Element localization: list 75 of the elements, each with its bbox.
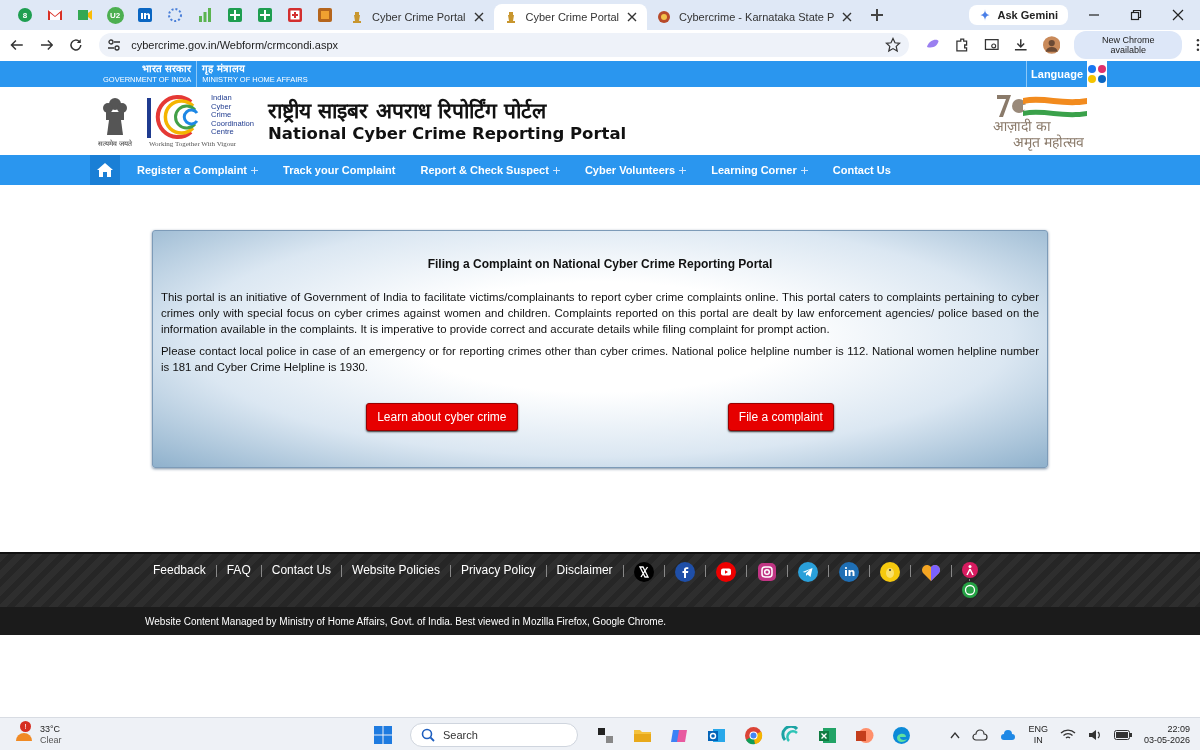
whatsapp-icon[interactable] xyxy=(961,582,978,598)
heart-icon[interactable] xyxy=(920,562,941,582)
battery-icon[interactable] xyxy=(1113,730,1132,740)
browser-icon[interactable] xyxy=(744,725,763,745)
close-icon[interactable] xyxy=(627,12,638,22)
weather-label: Clear xyxy=(40,735,62,746)
close-icon[interactable] xyxy=(842,12,853,22)
cross-icon[interactable] xyxy=(287,7,303,23)
x-icon[interactable] xyxy=(633,562,654,582)
browser-tab[interactable]: Cyber Crime Portal xyxy=(493,4,648,30)
footer-link[interactable]: Contact Us xyxy=(271,562,332,578)
back-icon[interactable] xyxy=(10,38,24,52)
restore-icon[interactable] xyxy=(1130,9,1142,21)
telegram-icon[interactable] xyxy=(797,562,818,582)
search-icon xyxy=(421,728,435,742)
emblem-icon xyxy=(350,10,364,24)
temperature-label: 33°C xyxy=(40,724,62,735)
home-icon xyxy=(97,163,113,177)
clock[interactable]: 22:09 03-05-2026 xyxy=(1143,724,1190,746)
star-icon[interactable] xyxy=(884,37,901,53)
portal-title-hindi: राष्ट्रीय साइबर अपराध रिपोर्टिंग पोर्टल xyxy=(268,98,548,124)
paragraph: This portal is an initiative of Government of India to facilitate victims/complainants to report cyber crime complaints online. This portal caters to complaints pertaining to cyber crimes only with special focus on cyber crimes against women and children. Complaints reported on this portal are dealt by law enforcement agencies/ police based on the information available in the complaints. It is imperative to provide correct and accurate details while filing complaint for prompt action. xyxy=(161,290,1039,337)
footer-link[interactable]: Website Policies xyxy=(352,562,440,578)
app-icon[interactable] xyxy=(317,7,333,23)
footer-note: Website Content Managed by Ministry of Home Affairs, Govt. of India. Best viewed in Mozilla Firefox, Google Chrome. xyxy=(145,615,666,627)
logo-text: आज़ादी का xyxy=(993,118,1052,134)
download-icon[interactable] xyxy=(1013,37,1029,53)
plus-icon[interactable] xyxy=(227,7,243,23)
loading-icon[interactable] xyxy=(167,7,183,23)
spreadsheet-icon[interactable] xyxy=(818,725,837,745)
site-settings-icon[interactable] xyxy=(107,38,122,52)
screen-icon[interactable] xyxy=(983,37,1000,53)
youtube-icon[interactable] xyxy=(715,562,736,582)
cloud-icon[interactable] xyxy=(972,729,989,741)
close-icon[interactable] xyxy=(473,12,484,22)
search-field[interactable]: Search xyxy=(410,723,578,747)
start-icon[interactable] xyxy=(374,726,392,744)
edge-icon[interactable] xyxy=(892,725,911,745)
bird-icon[interactable] xyxy=(879,562,900,582)
logo-text: अमृत महोत्सव xyxy=(1013,134,1085,150)
footer-link[interactable]: Privacy Policy xyxy=(460,562,536,578)
forward-icon[interactable] xyxy=(39,38,54,52)
widgets-icon[interactable] xyxy=(596,725,615,745)
volume-icon[interactable] xyxy=(1087,729,1102,741)
hindi-label: भारत सरकार xyxy=(141,63,192,75)
portal-title: National Cyber Crime Reporting Portal xyxy=(268,124,627,144)
wifi-icon[interactable] xyxy=(1059,729,1076,741)
alert-badge: ! xyxy=(20,721,31,732)
accessibility-icon[interactable] xyxy=(961,562,978,578)
footer-link[interactable]: FAQ xyxy=(226,562,251,578)
slides-icon[interactable] xyxy=(855,725,874,745)
footer-link[interactable]: Disclaimer xyxy=(556,562,613,578)
reload-icon[interactable] xyxy=(69,38,84,52)
ask-gemini-button[interactable]: Ask Gemini xyxy=(969,5,1068,25)
chevron-icon[interactable] xyxy=(950,731,961,739)
footer-link[interactable]: Feedback xyxy=(153,562,206,578)
action-button[interactable]: File a complaint xyxy=(727,403,834,431)
card-title: Filing a Complaint on National Cyber Crime Reporting Portal xyxy=(426,257,774,271)
home-button[interactable] xyxy=(90,155,120,185)
mail-icon[interactable] xyxy=(47,7,63,23)
close-icon[interactable] xyxy=(1172,9,1184,21)
update-button[interactable]: New Chrome available xyxy=(1074,31,1183,59)
hindi-label: गृह मंत्रालय xyxy=(202,63,246,75)
new-tab-icon[interactable] xyxy=(870,8,885,22)
action-button[interactable]: Learn about cyber crime xyxy=(366,403,518,431)
paragraph: Please contact local police in case of an emergency or for reporting crimes other than cyber crimes. National police helpline number is 112. National women helpline number is 181 and Cyber Crime Helpline is 1930. xyxy=(161,344,1039,375)
avatar-icon[interactable] xyxy=(1042,36,1061,54)
browser-tab[interactable]: Cyber Crime Portal xyxy=(340,4,494,30)
address-field[interactable]: cybercrime.gov.in/Webform/crmcondi.aspx xyxy=(99,33,909,57)
menu-icon[interactable] xyxy=(1196,38,1200,52)
plus-icon[interactable] xyxy=(257,7,273,23)
language-indicator[interactable]: ENG IN xyxy=(1028,724,1048,746)
seal-icon xyxy=(657,10,672,24)
puzzle-icon[interactable] xyxy=(954,37,970,53)
browser-tab[interactable]: Cybercrime - Karnataka State P xyxy=(647,4,863,30)
